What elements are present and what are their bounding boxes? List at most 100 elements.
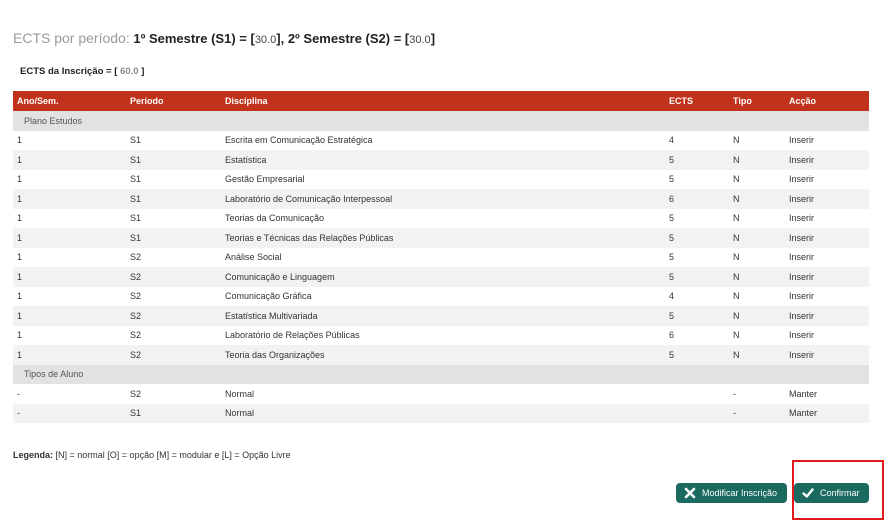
cell-accao: Inserir <box>785 247 869 267</box>
cell-accao: Inserir <box>785 286 869 306</box>
cell-periodo: S1 <box>126 208 221 228</box>
cell-ects: 5 <box>665 247 729 267</box>
legend-text: [N] = normal [O] = opção [M] = modular e… <box>55 450 291 460</box>
cell-ano-sem: 1 <box>13 169 126 189</box>
table-row: 1 S2 Comunicação e Linguagem 5 N Inserir <box>13 267 869 287</box>
cell-accao: Inserir <box>785 267 869 287</box>
modify-inscription-label: Modificar Inscrição <box>702 488 778 498</box>
cell-accao: Inserir <box>785 150 869 170</box>
legend-label: Legenda: <box>13 450 54 460</box>
confirm-button[interactable]: Confirmar <box>794 483 869 503</box>
cell-disciplina: Normal <box>221 384 665 404</box>
cell-ects <box>665 403 729 423</box>
cell-ects: 6 <box>665 189 729 209</box>
cell-accao: Inserir <box>785 169 869 189</box>
cell-disciplina: Laboratório de Comunicação Interpessoal <box>221 189 665 209</box>
confirm-label: Confirmar <box>820 488 860 498</box>
ects-period-summary: ECTS por período: 1º Semestre (S1) = [30… <box>13 30 435 46</box>
cell-ano-sem: 1 <box>13 247 126 267</box>
legend: Legenda: [N] = normal [O] = opção [M] = … <box>13 450 291 460</box>
cell-tipo: N <box>729 325 785 345</box>
cell-ano-sem: 1 <box>13 228 126 248</box>
cell-periodo: S2 <box>126 306 221 326</box>
header-periodo: Período <box>126 91 221 111</box>
group-label: Plano Estudos <box>13 111 869 131</box>
group-row: Tipos de Aluno <box>13 364 869 384</box>
cell-tipo: N <box>729 306 785 326</box>
cell-tipo: N <box>729 228 785 248</box>
cell-accao: Inserir <box>785 345 869 365</box>
cell-ano-sem: 1 <box>13 345 126 365</box>
table-row: 1 S1 Laboratório de Comunicação Interpesso… <box>13 189 869 209</box>
cell-tipo: N <box>729 345 785 365</box>
table-row: 1 S1 Teorias e Técnicas das Relações Públi… <box>13 228 869 248</box>
cell-accao: Manter <box>785 384 869 404</box>
cell-ano-sem: 1 <box>13 306 126 326</box>
header-accao: Acção <box>785 91 869 111</box>
cell-ects: 5 <box>665 150 729 170</box>
table-row: 1 S2 Comunicação Gráfica 4 N Inserir <box>13 286 869 306</box>
cell-disciplina: Escrita em Comunicação Estratégica <box>221 130 665 150</box>
cell-disciplina: Teoria das Organizações <box>221 345 665 365</box>
cell-ects: 6 <box>665 325 729 345</box>
table-row: 1 S2 Análise Social 5 N Inserir <box>13 247 869 267</box>
cell-tipo: - <box>729 403 785 423</box>
table-header-row: Ano/Sem. Período Disciplina ECTS Tipo Ac… <box>13 91 869 111</box>
cell-disciplina: Normal <box>221 403 665 423</box>
header-disciplina: Disciplina <box>221 91 665 111</box>
cell-periodo: S2 <box>126 345 221 365</box>
table-row: 1 S1 Escrita em Comunicação Estratégica 4 N I… <box>13 130 869 150</box>
table-row: 1 S1 Teorias da Comunicação 5 N Inserir <box>13 208 869 228</box>
courses-table: Ano/Sem. Período Disciplina ECTS Tipo Ac… <box>13 91 869 423</box>
cell-tipo: N <box>729 267 785 287</box>
cell-ects: 5 <box>665 169 729 189</box>
modify-inscription-button[interactable]: Modificar Inscrição <box>676 483 787 503</box>
cell-accao: Manter <box>785 403 869 423</box>
cell-accao: Inserir <box>785 306 869 326</box>
cell-periodo: S1 <box>126 130 221 150</box>
cell-ano-sem: 1 <box>13 189 126 209</box>
cell-accao: Inserir <box>785 208 869 228</box>
ects-inscription-label: ECTS da Inscrição = [ <box>20 66 118 77</box>
ects-period-label: ECTS por período: <box>13 30 130 46</box>
cell-tipo: N <box>729 169 785 189</box>
cell-periodo: S2 <box>126 325 221 345</box>
cell-disciplina: Comunicação e Linguagem <box>221 267 665 287</box>
cell-accao: Inserir <box>785 189 869 209</box>
s1-value: 30.0 <box>254 34 277 46</box>
cell-periodo: S1 <box>126 228 221 248</box>
header-ects: ECTS <box>665 91 729 111</box>
cell-tipo: N <box>729 130 785 150</box>
cell-disciplina: Gestão Empresarial <box>221 169 665 189</box>
cell-ano-sem: 1 <box>13 150 126 170</box>
cell-ects: 5 <box>665 228 729 248</box>
cell-ano-sem: 1 <box>13 130 126 150</box>
check-icon <box>802 488 814 498</box>
ects-inscription: ECTS da Inscrição = [ 60.0 ] <box>20 66 144 77</box>
table-row: 1 S2 Teoria das Organizações 5 N Inserir <box>13 345 869 365</box>
table-row: - S1 Normal - Manter <box>13 403 869 423</box>
cell-ano-sem: 1 <box>13 267 126 287</box>
cell-disciplina: Comunicação Gráfica <box>221 286 665 306</box>
s1-label: 1º Semestre (S1) = [ <box>133 31 255 46</box>
cell-tipo: N <box>729 208 785 228</box>
cell-ects: 4 <box>665 130 729 150</box>
group-label: Tipos de Aluno <box>13 364 869 384</box>
cell-ects: 5 <box>665 267 729 287</box>
table-row: 1 S2 Laboratório de Relações Públicas 6 N Ins… <box>13 325 869 345</box>
ects-inscription-value: 60.0 <box>120 66 139 77</box>
cell-periodo: S2 <box>126 247 221 267</box>
cell-periodo: S1 <box>126 189 221 209</box>
cell-tipo: N <box>729 286 785 306</box>
cell-disciplina: Análise Social <box>221 247 665 267</box>
header-tipo: Tipo <box>729 91 785 111</box>
s2-close: ] <box>430 31 436 46</box>
cell-accao: Inserir <box>785 228 869 248</box>
table-row: - S2 Normal - Manter <box>13 384 869 404</box>
cell-accao: Inserir <box>785 130 869 150</box>
ects-inscription-close: ] <box>141 66 145 77</box>
cell-ects: 5 <box>665 208 729 228</box>
cell-ects: 4 <box>665 286 729 306</box>
cell-ano-sem: 1 <box>13 286 126 306</box>
cell-periodo: S1 <box>126 169 221 189</box>
